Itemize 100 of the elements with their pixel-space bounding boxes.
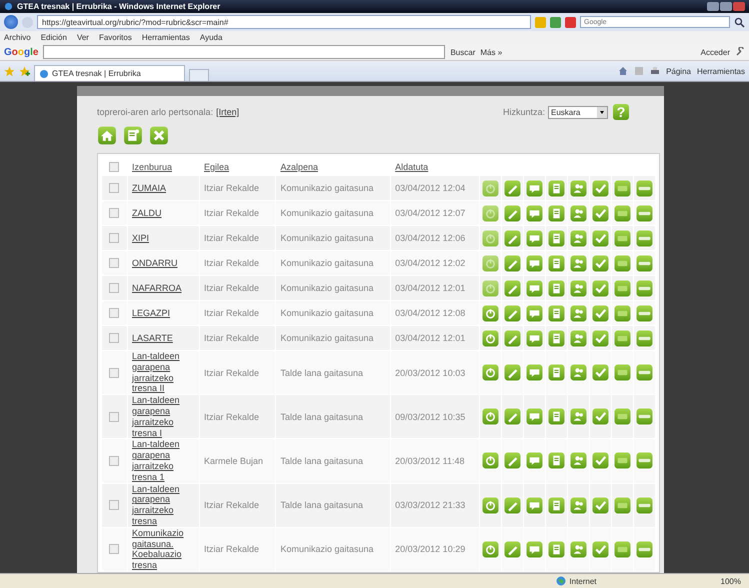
power-icon[interactable] <box>482 330 499 346</box>
people-icon[interactable] <box>570 204 587 222</box>
close-button[interactable] <box>733 2 745 11</box>
zoom-level[interactable]: 100% <box>720 576 741 586</box>
check-icon[interactable] <box>592 204 609 222</box>
pencil-icon[interactable] <box>504 408 521 426</box>
pencil-icon[interactable] <box>504 204 521 222</box>
speech-bubble-icon[interactable] <box>526 496 543 514</box>
add-favorite-icon[interactable] <box>19 66 30 76</box>
check-icon[interactable] <box>592 254 609 272</box>
checkbox[interactable] <box>109 333 119 343</box>
sign-in-link[interactable]: Acceder <box>700 48 730 56</box>
pencil-icon[interactable] <box>504 540 521 558</box>
power-icon[interactable] <box>482 452 499 470</box>
home-icon[interactable] <box>618 66 628 76</box>
power-icon[interactable] <box>482 280 499 296</box>
pencil-icon[interactable] <box>504 254 521 272</box>
menu-item[interactable]: Favoritos <box>98 33 132 42</box>
pencil-icon[interactable] <box>504 230 521 246</box>
power-icon[interactable] <box>482 204 499 222</box>
menu-item[interactable]: Ayuda <box>200 33 222 42</box>
wrench-icon[interactable] <box>735 47 745 57</box>
people-icon[interactable] <box>570 254 587 272</box>
home-icon[interactable] <box>97 126 117 145</box>
check-icon[interactable] <box>592 408 609 426</box>
speech-bubble-icon[interactable] <box>526 280 543 296</box>
toolbar-button[interactable]: Buscar <box>450 48 476 56</box>
speech-bubble-icon[interactable] <box>526 254 543 272</box>
checkbox[interactable] <box>109 412 119 422</box>
people-icon[interactable] <box>570 304 587 322</box>
speech-bubble-icon[interactable] <box>526 304 543 322</box>
refresh-button[interactable] <box>550 16 561 28</box>
power-icon[interactable] <box>482 496 499 514</box>
people-icon[interactable] <box>570 496 587 514</box>
pencil-icon[interactable] <box>504 452 521 470</box>
close-icon[interactable] <box>149 126 169 145</box>
document-icon[interactable] <box>548 230 565 246</box>
people-icon[interactable] <box>570 330 587 346</box>
maximize-button[interactable] <box>720 2 732 11</box>
favorites-star-icon[interactable] <box>4 66 15 76</box>
pencil-icon[interactable] <box>504 496 521 514</box>
document-icon[interactable] <box>548 408 565 426</box>
checkbox[interactable] <box>109 368 119 378</box>
people-icon[interactable] <box>570 180 587 196</box>
people-icon[interactable] <box>570 230 587 246</box>
checkbox[interactable] <box>109 233 119 243</box>
power-icon[interactable] <box>482 540 499 558</box>
checkbox[interactable] <box>109 183 119 193</box>
check-icon[interactable] <box>592 496 609 514</box>
check-icon[interactable] <box>592 330 609 346</box>
check-icon[interactable] <box>592 280 609 296</box>
document-icon[interactable] <box>548 364 565 382</box>
search-icon[interactable] <box>734 16 745 28</box>
column-header[interactable]: Azalpena <box>280 162 318 172</box>
people-icon[interactable] <box>570 540 587 558</box>
document-icon[interactable] <box>548 330 565 346</box>
check-icon[interactable] <box>592 230 609 246</box>
power-icon[interactable] <box>482 304 499 322</box>
toolbar-search-field[interactable] <box>43 45 446 59</box>
speech-bubble-icon[interactable] <box>526 452 543 470</box>
checkbox[interactable] <box>109 500 119 510</box>
checkbox[interactable] <box>109 308 119 318</box>
speech-bubble-icon[interactable] <box>526 230 543 246</box>
speech-bubble-icon[interactable] <box>526 408 543 426</box>
back-button[interactable] <box>4 15 18 29</box>
speech-bubble-icon[interactable] <box>526 204 543 222</box>
speech-bubble-icon[interactable] <box>526 330 543 346</box>
check-icon[interactable] <box>592 304 609 322</box>
checkbox[interactable] <box>109 162 119 172</box>
toolbar-button[interactable]: Más » <box>480 48 502 56</box>
printer-icon[interactable] <box>650 66 660 76</box>
stop-button[interactable] <box>565 16 576 28</box>
minimize-button[interactable] <box>707 2 719 11</box>
notepad-icon[interactable] <box>123 126 143 145</box>
browser-tab[interactable]: GTEA tresnak | Errubrika <box>34 65 185 81</box>
column-header[interactable]: Izenburua <box>132 162 172 172</box>
power-icon[interactable] <box>482 408 499 426</box>
checkbox[interactable] <box>109 456 119 466</box>
pencil-icon[interactable] <box>504 180 521 196</box>
pencil-icon[interactable] <box>504 304 521 322</box>
document-icon[interactable] <box>548 280 565 296</box>
checkbox[interactable] <box>109 208 119 218</box>
power-icon[interactable] <box>482 364 499 382</box>
check-icon[interactable] <box>592 364 609 382</box>
command-menu[interactable]: Herramientas <box>696 66 745 76</box>
checkbox[interactable] <box>109 544 119 554</box>
document-icon[interactable] <box>548 180 565 196</box>
people-icon[interactable] <box>570 452 587 470</box>
pencil-icon[interactable] <box>504 280 521 296</box>
pencil-icon[interactable] <box>504 364 521 382</box>
language-select[interactable]: Euskara <box>548 106 608 118</box>
check-icon[interactable] <box>592 452 609 470</box>
people-icon[interactable] <box>570 408 587 426</box>
menu-item[interactable]: Ver <box>76 33 89 42</box>
speech-bubble-icon[interactable] <box>526 180 543 196</box>
power-icon[interactable] <box>482 230 499 246</box>
checkbox[interactable] <box>109 258 119 268</box>
document-icon[interactable] <box>548 304 565 322</box>
people-icon[interactable] <box>570 280 587 296</box>
pencil-icon[interactable] <box>504 330 521 346</box>
